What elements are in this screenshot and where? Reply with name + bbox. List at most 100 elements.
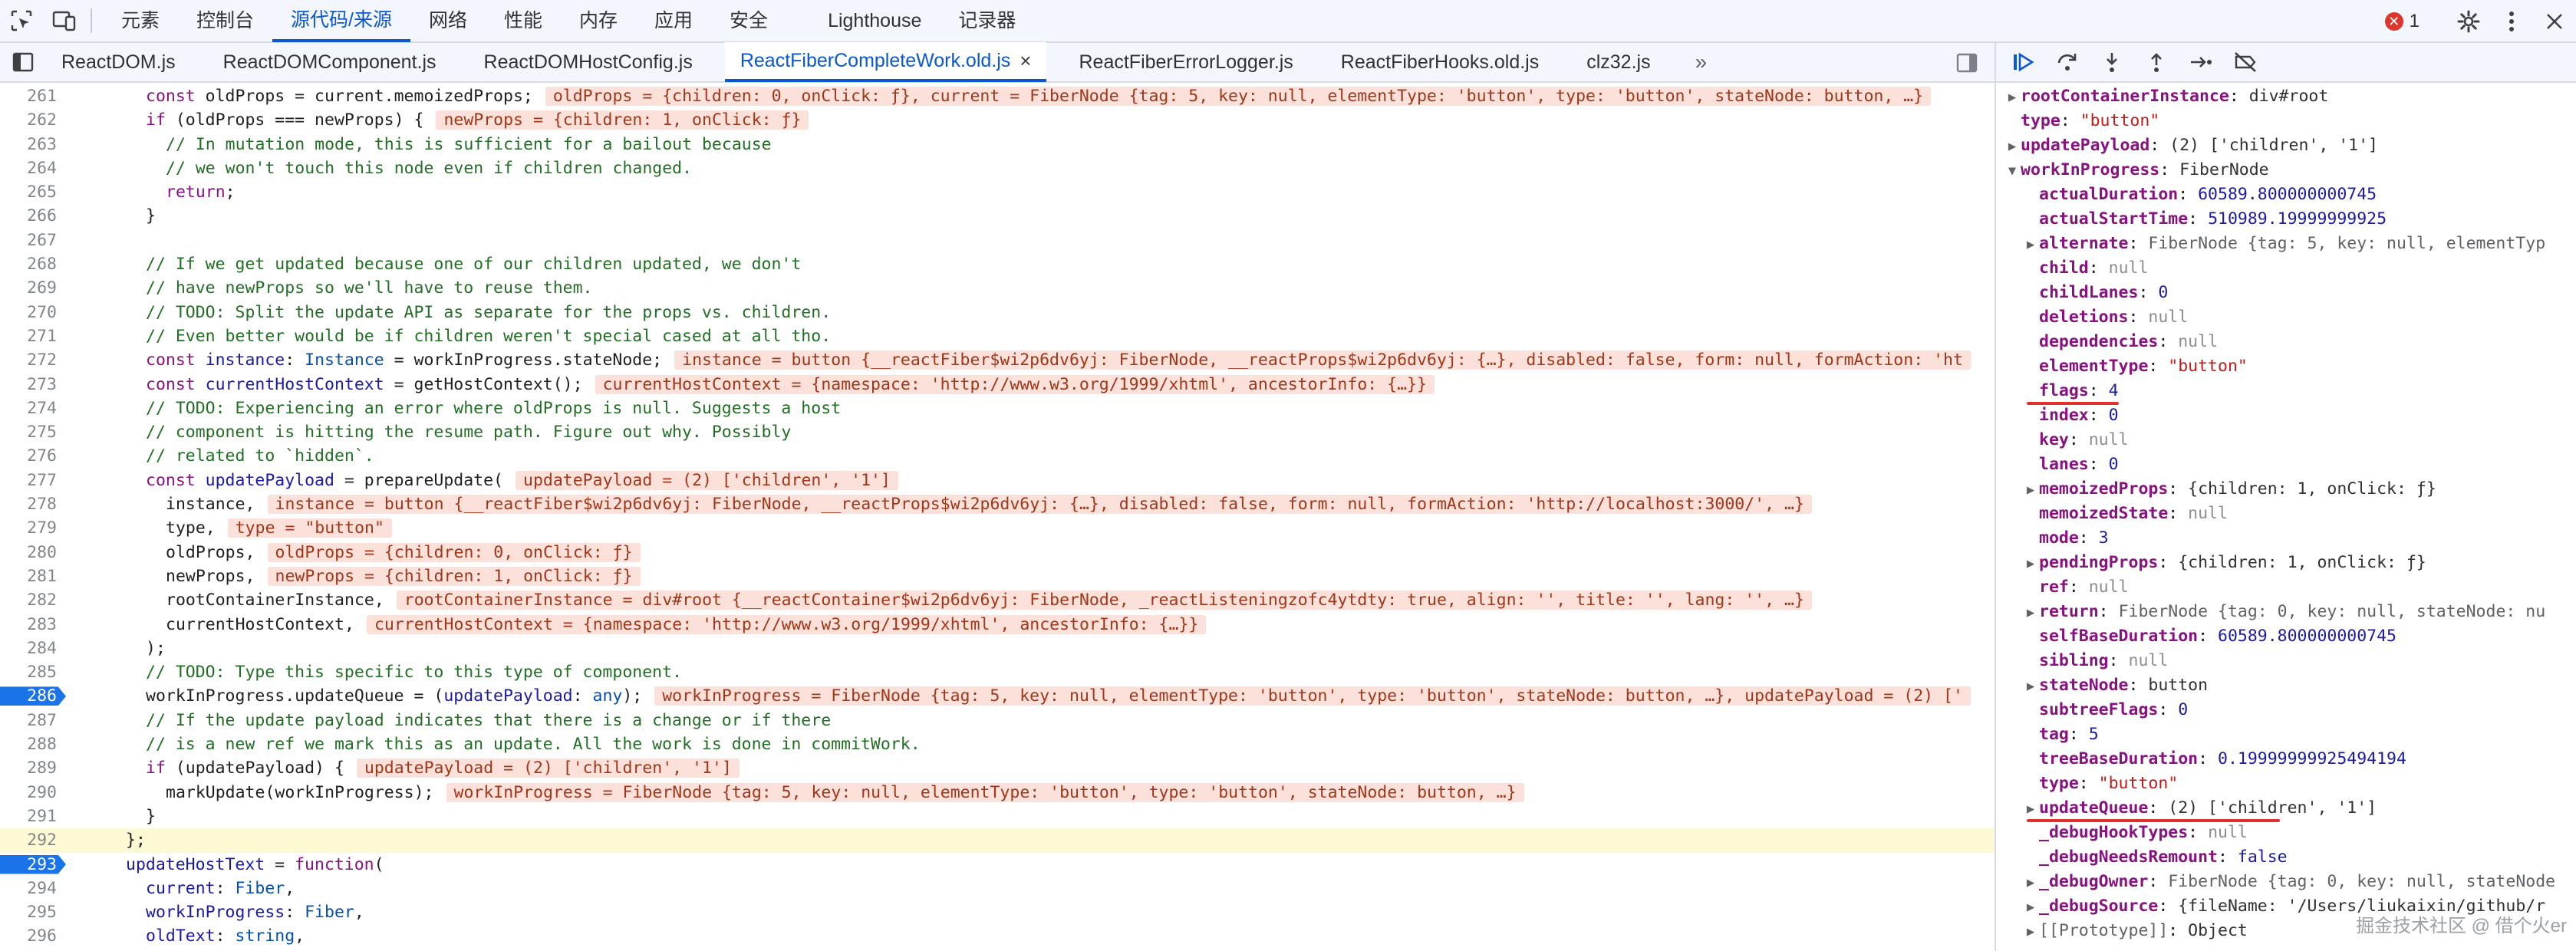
panel-tab[interactable]: 内存: [561, 0, 636, 42]
expand-triangle-icon[interactable]: ▶: [2022, 797, 2039, 821]
file-tab[interactable]: ReactDOMHostConfig.js: [469, 42, 708, 82]
file-tab[interactable]: ReactDOMComponent.js: [208, 42, 452, 82]
inspect-element-icon[interactable]: [0, 0, 43, 42]
step-over-icon[interactable]: [2050, 44, 2085, 80]
expand-triangle-icon[interactable]: ▶: [2022, 870, 2039, 895]
code-line[interactable]: 283 currentHostContext, currentHostContext…: [0, 613, 1995, 637]
line-number[interactable]: 263: [0, 133, 68, 156]
device-toolbar-icon[interactable]: [43, 0, 86, 42]
code-line[interactable]: 265 return;: [0, 180, 1995, 204]
line-number[interactable]: 287: [0, 709, 68, 732]
code-line[interactable]: 281 newProps, newProps = {children: 1, onC…: [0, 564, 1995, 588]
code-line[interactable]: 267: [0, 229, 1995, 252]
code-line[interactable]: 264 // we won't touch this node even if c…: [0, 156, 1995, 180]
line-number[interactable]: 282: [0, 588, 68, 612]
code-line[interactable]: 282 rootContainerInstance, rootContainerIn…: [0, 588, 1995, 612]
code-line[interactable]: 294 current: Fiber,: [0, 877, 1995, 900]
scope-property[interactable]: ▶ memoizedProps: {children: 1, onClick: ƒ…: [1996, 477, 2576, 502]
scope-property[interactable]: ▶ return: FiberNode {tag: 0, key: null, s…: [1996, 600, 2576, 624]
more-options-icon[interactable]: [2490, 0, 2533, 43]
code-line[interactable]: 276 // related to `hidden`.: [0, 444, 1995, 468]
close-devtools-icon[interactable]: [2533, 0, 2576, 43]
code-line[interactable]: 271 // Even better would be if children w…: [0, 324, 1995, 348]
code-line[interactable]: 288 // is a new ref we mark this as an up…: [0, 732, 1995, 756]
file-tab[interactable]: ReactFiberHooks.old.js: [1326, 42, 1554, 82]
line-number[interactable]: 277: [0, 469, 68, 492]
code-line[interactable]: 266}: [0, 204, 1995, 228]
expand-triangle-icon[interactable]: ▶: [2022, 551, 2039, 576]
line-number[interactable]: 266: [0, 204, 68, 228]
collapse-triangle-icon[interactable]: ▼: [2004, 159, 2021, 183]
line-number[interactable]: 283: [0, 613, 68, 637]
code-line[interactable]: 290 markUpdate(workInProgress); workInProg…: [0, 781, 1995, 805]
code-line[interactable]: 268 // If we get updated because one of o…: [0, 252, 1995, 276]
expand-triangle-icon[interactable]: ▶: [2022, 601, 2039, 625]
line-number[interactable]: 268: [0, 252, 68, 276]
scope-property[interactable]: ▶ rootContainerInstance: div#root: [1996, 84, 2576, 109]
panel-tab[interactable]: 记录器: [940, 0, 1034, 42]
line-number[interactable]: 290: [0, 781, 68, 805]
step-into-icon[interactable]: [2094, 44, 2130, 80]
error-counter[interactable]: ✕ 1: [2384, 11, 2420, 32]
panel-tab[interactable]: 性能: [486, 0, 561, 42]
more-tabs-chevron-icon[interactable]: »: [1683, 50, 1720, 74]
scope-property[interactable]: ▶ _debugOwner: FiberNode {tag: 0, key: nu…: [1996, 870, 2576, 894]
code-line[interactable]: 274 // TODO: Experiencing an error where …: [0, 397, 1995, 420]
expand-triangle-icon[interactable]: ▶: [2022, 920, 2039, 944]
code-line[interactable]: 287 // If the update payload indicates th…: [0, 709, 1995, 732]
line-number[interactable]: 296: [0, 924, 68, 948]
line-number[interactable]: 271: [0, 324, 68, 348]
code-line[interactable]: 270 // TODO: Split the update API as sepa…: [0, 301, 1995, 324]
panel-tab[interactable]: 应用: [636, 0, 711, 42]
code-line[interactable]: 273 const currentHostContext = getHostCon…: [0, 373, 1995, 397]
file-tab[interactable]: ReactFiberCompleteWork.old.js ×: [724, 42, 1047, 82]
code-line[interactable]: 272 const instance: Instance = workInProg…: [0, 348, 1995, 372]
code-line[interactable]: 275 // component is hitting the resume pa…: [0, 420, 1995, 444]
toggle-navigator-icon[interactable]: [0, 42, 46, 82]
settings-gear-icon[interactable]: [2447, 0, 2490, 43]
code-line[interactable]: 291}: [0, 805, 1995, 828]
line-number[interactable]: 292: [0, 828, 68, 852]
line-number[interactable]: 272: [0, 348, 68, 372]
code-line[interactable]: 293 updateHostText = function(: [0, 853, 1995, 877]
line-number[interactable]: 275: [0, 420, 68, 444]
scope-property[interactable]: ▶ stateNode: button: [1996, 673, 2576, 698]
scope-property[interactable]: ▶ pendingProps: {children: 1, onClick: ƒ}: [1996, 551, 2576, 575]
code-line[interactable]: 279 type, type = "button": [0, 516, 1995, 540]
code-line[interactable]: 278 instance, instance = button {__reactFi…: [0, 492, 1995, 516]
code-line[interactable]: 280 oldProps, oldProps = {children: 0, onC…: [0, 541, 1995, 564]
line-number[interactable]: 278: [0, 492, 68, 516]
line-number[interactable]: 264: [0, 156, 68, 180]
line-number[interactable]: 267: [0, 229, 68, 252]
line-number[interactable]: 280: [0, 541, 68, 564]
panel-tab[interactable]: 控制台: [178, 0, 272, 42]
scope-property[interactable]: ▼ workInProgress: FiberNode: [1996, 158, 2576, 183]
expand-triangle-icon[interactable]: ▶: [2022, 674, 2039, 699]
line-number[interactable]: 294: [0, 877, 68, 900]
line-number[interactable]: 285: [0, 660, 68, 684]
file-tab[interactable]: ReactFiberErrorLogger.js: [1063, 42, 1308, 82]
line-number[interactable]: 279: [0, 516, 68, 540]
line-number[interactable]: 293: [0, 853, 68, 877]
step-icon[interactable]: [2183, 44, 2219, 80]
panel-tab[interactable]: Lighthouse: [809, 0, 940, 42]
code-line[interactable]: 263 // In mutation mode, this is sufficie…: [0, 133, 1995, 156]
line-number[interactable]: 262: [0, 108, 68, 132]
line-number[interactable]: 269: [0, 276, 68, 300]
code-line[interactable]: 292};: [0, 828, 1995, 853]
line-number[interactable]: 273: [0, 373, 68, 397]
code-line[interactable]: 261 const oldProps = current.memoizedProp…: [0, 84, 1995, 108]
panel-tab[interactable]: 元素: [103, 0, 178, 42]
resume-icon[interactable]: [2005, 44, 2041, 80]
code-line[interactable]: 277 const updatePayload = prepareUpdate(u…: [0, 469, 1995, 492]
deactivate-breakpoints-icon[interactable]: [2228, 44, 2263, 80]
expand-triangle-icon[interactable]: ▶: [2004, 85, 2021, 110]
line-number[interactable]: 261: [0, 84, 68, 108]
panel-tab[interactable]: 源代码/来源: [272, 0, 410, 42]
line-number[interactable]: 284: [0, 637, 68, 660]
scope-property[interactable]: ▶ alternate: FiberNode {tag: 5, key: null…: [1996, 232, 2576, 256]
file-tab[interactable]: ReactDOM.js: [46, 42, 191, 82]
close-tab-icon[interactable]: ×: [1020, 42, 1031, 79]
code-line[interactable]: 296 oldText: string,: [0, 924, 1995, 948]
panel-tab[interactable]: 安全: [711, 0, 786, 42]
